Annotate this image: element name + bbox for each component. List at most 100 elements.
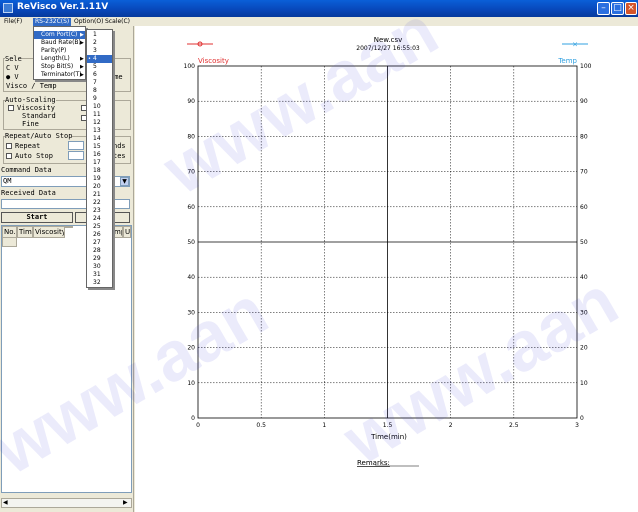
com-port-option-17[interactable]: 17 <box>87 159 112 167</box>
chart-file-title: New.csv <box>374 36 403 44</box>
auto-stop-unit: tes <box>113 152 126 160</box>
com-port-option-18[interactable]: 18 <box>87 167 112 175</box>
start-button[interactable]: Start <box>1 212 73 223</box>
scroll-left-icon[interactable]: ◀ <box>3 499 8 506</box>
menu-scale[interactable]: Scale(C) <box>103 18 132 26</box>
com-port-option-3[interactable]: 3 <box>87 47 112 55</box>
x-axis-label: Time(min) <box>370 433 407 441</box>
com-port-option-2[interactable]: 2 <box>87 39 112 47</box>
y-tick-label-left: 40 <box>187 274 195 281</box>
com-port-option-29[interactable]: 29 <box>87 255 112 263</box>
y-tick-label-left: 90 <box>187 98 195 105</box>
com-port-option-27[interactable]: 27 <box>87 239 112 247</box>
com-port-option-14[interactable]: 14 <box>87 135 112 143</box>
fine-option[interactable]: Fine <box>22 120 39 129</box>
com-port-option-6[interactable]: 6 <box>87 71 112 79</box>
com-port-option-20[interactable]: 20 <box>87 183 112 191</box>
com-port-option-5[interactable]: 5 <box>87 63 112 71</box>
com-port-option-10[interactable]: 10 <box>87 103 112 111</box>
com-port-option-12[interactable]: 12 <box>87 119 112 127</box>
viscosity-axis-label: Viscosity <box>198 57 229 65</box>
com-port-option-9[interactable]: 9 <box>87 95 112 103</box>
menu-file[interactable]: File(F) <box>2 18 24 26</box>
repeat-label: Repeat <box>15 142 41 150</box>
com-port-option-30[interactable]: 30 <box>87 263 112 271</box>
submenu-arrow-icon: ▶ <box>80 32 84 38</box>
com-port-option-7[interactable]: 7 <box>87 79 112 87</box>
com-port-option-19[interactable]: 19 <box>87 175 112 183</box>
com-port-option-15[interactable]: 15 <box>87 143 112 151</box>
grid-lines <box>197 65 578 419</box>
viscosity-checkbox[interactable] <box>8 105 14 111</box>
auto-stop-input[interactable] <box>68 151 84 160</box>
y-tick-label-left: 60 <box>187 204 195 211</box>
menu-item-baud-rate[interactable]: Baud Rate(B) <box>34 39 81 47</box>
y-tick-label-left: 70 <box>187 169 195 176</box>
close-button[interactable]: × <box>625 2 637 15</box>
repeat-checkbox[interactable] <box>6 143 12 149</box>
com-port-option-16[interactable]: 16 <box>87 151 112 159</box>
com-port-option-23[interactable]: 23 <box>87 207 112 215</box>
chart-datetime: 2007/12/27 16:55:03 <box>356 45 420 52</box>
menu-item-terminator[interactable]: Terminator(T) <box>34 71 82 79</box>
com-port-option-25[interactable]: 25 <box>87 223 112 231</box>
y-tick-label-left: 80 <box>187 133 195 140</box>
horizontal-scrollbar[interactable] <box>1 498 132 508</box>
com-port-option-26[interactable]: 26 <box>87 231 112 239</box>
com-port-option-28[interactable]: 28 <box>87 247 112 255</box>
y-tick-label-right: 40 <box>580 274 588 281</box>
y-tick-label-left: 10 <box>187 380 195 387</box>
x-tick-label: 3 <box>575 422 579 429</box>
table-header-viscosity: Viscosity <box>33 226 65 238</box>
menu-item-com-port[interactable]: Com Port(C) <box>34 31 85 39</box>
x-tick-label: 1 <box>322 422 326 429</box>
menu-option[interactable]: Option(O) <box>72 18 105 26</box>
auto-stop-checkbox[interactable] <box>6 153 12 159</box>
table-header-temp: mp <box>112 226 123 238</box>
auto-stop-label: Auto Stop <box>15 152 53 160</box>
com-port-option-31[interactable]: 31 <box>87 271 112 279</box>
x-tick-label: 1.5 <box>383 422 393 429</box>
table-header-time: Time <box>17 226 33 238</box>
command-data-value: QM <box>3 177 12 185</box>
y-tick-label-left: 50 <box>187 239 195 246</box>
window-title: ReVisco Ver.1.11V <box>17 2 109 12</box>
temp-axis-label: Temp <box>557 57 577 65</box>
com-port-option-22[interactable]: 22 <box>87 199 112 207</box>
com-port-option-8[interactable]: 8 <box>87 87 112 95</box>
submenu-arrow-icon: ▶ <box>80 72 84 78</box>
scroll-right-icon[interactable]: ▶ <box>123 499 128 506</box>
x-tick-label: 0.5 <box>256 422 266 429</box>
minimize-button[interactable]: – <box>597 2 610 15</box>
y-tick-label-left: 20 <box>187 345 195 352</box>
com-port-option-24[interactable]: 24 <box>87 215 112 223</box>
y-tick-label-right: 50 <box>580 239 588 246</box>
select-option-2[interactable]: ● V <box>6 73 19 82</box>
com-port-option-13[interactable]: 13 <box>87 127 112 135</box>
chevron-down-icon[interactable]: ▼ <box>120 177 129 186</box>
maximize-button[interactable]: □ <box>611 2 624 15</box>
y-tick-label-right: 100 <box>580 63 592 70</box>
repeat-unit: nds <box>113 142 126 150</box>
repeat-interval-input[interactable] <box>68 141 84 150</box>
com-port-option-32[interactable]: 32 <box>87 279 112 287</box>
y-tick-label-right: 60 <box>580 204 588 211</box>
com-port-option-11[interactable]: 11 <box>87 111 112 119</box>
menu-item-stop-bit[interactable]: Stop Bit(S) <box>34 63 73 71</box>
submenu-arrow-icon: ▶ <box>80 56 84 62</box>
select-option-1[interactable]: C V <box>6 64 19 73</box>
submenu-arrow-icon: ▶ <box>80 40 84 46</box>
table-row-header <box>2 237 17 247</box>
select-option-3[interactable]: Visco / Temp <box>6 82 57 91</box>
table-header-temp-unit: U <box>123 226 131 238</box>
menu-item-length[interactable]: Length(L) <box>34 55 70 63</box>
x-tick-label: 0 <box>196 422 200 429</box>
table-header-unit <box>65 226 73 228</box>
y-tick-label-right: 90 <box>580 98 588 105</box>
menu-item-parity[interactable]: Parity(P) <box>34 47 66 55</box>
menu-rs232c[interactable]: RS-232C(S) <box>33 18 72 26</box>
app-icon <box>3 3 13 13</box>
x-tick-label: 2.5 <box>509 422 519 429</box>
com-port-option-1[interactable]: 1 <box>87 31 112 39</box>
com-port-option-21[interactable]: 21 <box>87 191 112 199</box>
